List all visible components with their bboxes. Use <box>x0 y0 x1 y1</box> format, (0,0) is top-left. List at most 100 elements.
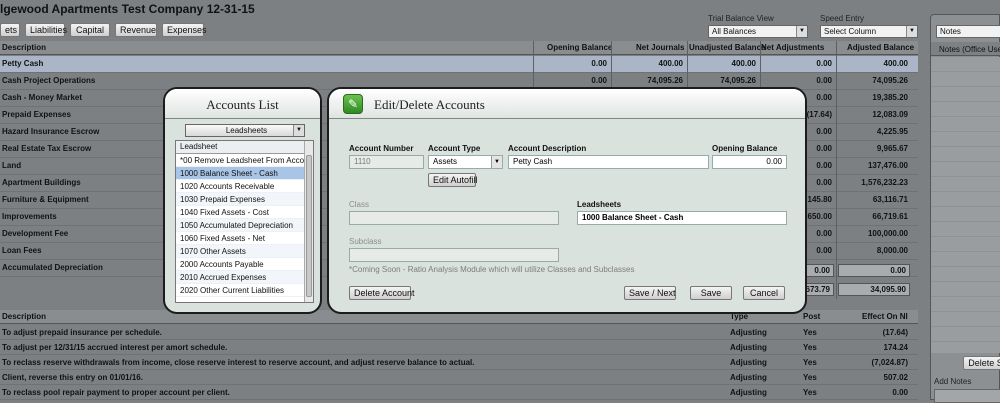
adjustment-row[interactable]: To adjust per 12/31/15 accrued interest … <box>0 340 918 355</box>
cell-adjusted-balance: 19,385.20 <box>872 93 908 102</box>
edit-autofill-button[interactable]: Edit Autofill <box>428 173 478 187</box>
notes-list[interactable] <box>931 57 1000 353</box>
adj-type: Adjusting <box>730 358 767 367</box>
list-scrollbar[interactable] <box>304 141 313 302</box>
account-description-field[interactable]: Petty Cash <box>508 155 709 169</box>
adj-effect: 174.24 <box>883 343 908 352</box>
trial-balance-view-select[interactable]: All Balances ▼ <box>708 25 808 38</box>
speed-entry-label: Speed Entry <box>820 14 865 23</box>
account-type-value: Assets <box>433 157 458 166</box>
tab-liabilities[interactable]: Liabilities <box>25 23 67 37</box>
opening-balance-field[interactable]: 0.00 <box>712 155 787 169</box>
cell-net-adjustments: 0.00 <box>816 76 832 85</box>
cell-adjusted-balance: 137,476.00 <box>867 161 908 170</box>
tab-assets[interactable]: ets <box>0 23 20 37</box>
subclass-label: Subclass <box>349 237 382 246</box>
leadsheet-item[interactable]: 1070 Other Assets <box>176 245 304 258</box>
col-description[interactable]: Description <box>2 43 46 52</box>
adj-post: Yes <box>803 328 817 337</box>
account-number-field[interactable]: 1110 <box>349 155 424 169</box>
adj-description: To adjust per 12/31/15 accrued interest … <box>2 343 228 352</box>
save-next-button[interactable]: Save / Next <box>624 286 676 300</box>
speed-entry-value: Select Column <box>824 27 877 36</box>
leadsheets-dropdown[interactable]: Leadsheets ▼ <box>185 124 305 137</box>
class-field[interactable] <box>349 211 559 225</box>
cell-adjusted-balance: 8,000.00 <box>876 246 908 255</box>
leadsheets-field[interactable]: 1000 Balance Sheet - Cash <box>577 211 787 225</box>
cell-opening-balance: 0.00 <box>591 76 607 85</box>
adj-description: To reclass reserve withdrawals from inco… <box>2 358 475 367</box>
account-type-select[interactable]: Assets ▼ <box>428 155 503 169</box>
accounts-list-header: Accounts List <box>165 89 320 119</box>
col-net-adjustments[interactable]: Net Adjustments <box>761 43 824 52</box>
total-adjusted-balance: 34,095.90 <box>838 283 910 296</box>
adjustment-row[interactable]: To reclass pool repair payment to proper… <box>0 385 918 400</box>
chevron-down-icon: ▼ <box>491 156 502 168</box>
coming-soon-note: *Coming Soon - Ratio Analysis Module whi… <box>349 265 635 274</box>
edit-accounts-dialog: ✎ Edit/Delete Accounts Account Number 11… <box>327 87 807 314</box>
col-opening-balance[interactable]: Opening Balance <box>547 43 612 52</box>
account-type-label: Account Type <box>428 144 481 153</box>
col-net-journals[interactable]: Net Journals <box>636 43 684 52</box>
grid-header: Description Opening Balance Net Journals… <box>0 41 918 55</box>
leadsheet-item[interactable]: *00 Remove Leadsheet From Account <box>176 154 304 167</box>
add-notes-input[interactable] <box>934 389 1000 403</box>
tab-expenses[interactable]: Expenses <box>162 23 207 37</box>
adj-post: Yes <box>803 373 817 382</box>
chevron-down-icon: ▼ <box>293 125 304 136</box>
cell-description: Petty Cash <box>2 59 44 68</box>
adj-description: Client, reverse this entry on 01/01/16. <box>2 373 143 382</box>
leadsheet-item[interactable]: 1040 Fixed Assets - Cost <box>176 206 304 219</box>
leadsheet-item[interactable]: 2000 Accounts Payable <box>176 258 304 271</box>
adj-effect: (17.64) <box>882 328 908 337</box>
cell-opening-balance: 0.00 <box>591 59 607 68</box>
cell-adjusted-balance: 400.00 <box>883 59 908 68</box>
cancel-button[interactable]: Cancel <box>743 286 785 300</box>
cell-adjusted-balance: 9,965.67 <box>876 144 908 153</box>
adj-effect: (7,024.87) <box>871 358 908 367</box>
adj-post: Yes <box>803 343 817 352</box>
leadsheets-dropdown-value: Leadsheets <box>225 126 268 135</box>
subclass-field[interactable] <box>349 248 559 262</box>
adjustment-row[interactable]: To adjust prepaid insurance per schedule… <box>0 325 918 340</box>
trial-balance-view-label: Trial Balance View <box>708 14 774 23</box>
delete-account-button[interactable]: Delete Account <box>349 286 415 300</box>
col-adjusted-balance[interactable]: Adjusted Balance <box>847 43 914 52</box>
accounts-list-dialog: Accounts List Leadsheets ▼ Leadsheet *00… <box>163 87 322 314</box>
leadsheet-item[interactable]: 1000 Balance Sheet - Cash <box>176 167 304 180</box>
cell-adjusted-balance: 66,719.61 <box>872 212 908 221</box>
adjustment-row[interactable]: To reclass reserve withdrawals from inco… <box>0 355 918 370</box>
cell-adjusted-balance: 12,083.09 <box>872 110 908 119</box>
speed-entry-select[interactable]: Select Column ▼ <box>820 25 918 38</box>
adj-effect: 0.00 <box>892 388 908 397</box>
delete-selected-button[interactable]: Delete Se <box>963 356 1000 370</box>
table-row[interactable]: Petty Cash 0.00 400.00 400.00 0.00 400.00 <box>0 56 918 73</box>
col-unadjusted-balance[interactable]: Unadjusted Balance <box>689 43 765 52</box>
adj-description: To adjust prepaid insurance per schedule… <box>2 328 162 337</box>
adjustment-row[interactable]: Client, reverse this entry on 01/01/16. A… <box>0 370 918 385</box>
leadsheet-item[interactable]: 2020 Other Current Liabilities <box>176 284 304 297</box>
scroll-thumb[interactable] <box>306 155 312 297</box>
notes-select[interactable]: Notes <box>936 25 1000 38</box>
leadsheet-item[interactable]: 2010 Accrued Expenses <box>176 271 304 284</box>
leadsheet-list-header: Leadsheet <box>176 141 313 154</box>
adj-col-description[interactable]: Description <box>2 312 46 321</box>
adj-col-post[interactable]: Post <box>803 312 820 321</box>
leadsheet-item[interactable]: 1050 Accumulated Depreciation <box>176 219 304 232</box>
save-button[interactable]: Save <box>690 286 732 300</box>
cell-adjusted-balance: 74,095.26 <box>872 76 908 85</box>
chevron-down-icon: ▼ <box>906 26 917 37</box>
tab-revenue[interactable]: Revenue <box>115 23 157 37</box>
notes-panel: Notes Notes (Office Use) Delete Se Add N… <box>930 14 1000 403</box>
cell-net-adjustments: 0.00 <box>816 59 832 68</box>
leadsheet-item[interactable]: 1030 Prepaid Expenses <box>176 193 304 206</box>
adj-col-effect[interactable]: Effect On NI <box>862 312 908 321</box>
leadsheet-item[interactable]: 1060 Fixed Assets - Net <box>176 232 304 245</box>
adj-type: Adjusting <box>730 373 767 382</box>
pencil-icon: ✎ <box>343 94 363 114</box>
cell-unadjusted-balance: 400.00 <box>731 59 756 68</box>
tab-capital[interactable]: Capital <box>70 23 110 37</box>
chevron-down-icon: ▼ <box>796 26 807 37</box>
leadsheet-item[interactable]: 1020 Accounts Receivable <box>176 180 304 193</box>
cell-adjusted-balance: 4,225.95 <box>876 127 908 136</box>
